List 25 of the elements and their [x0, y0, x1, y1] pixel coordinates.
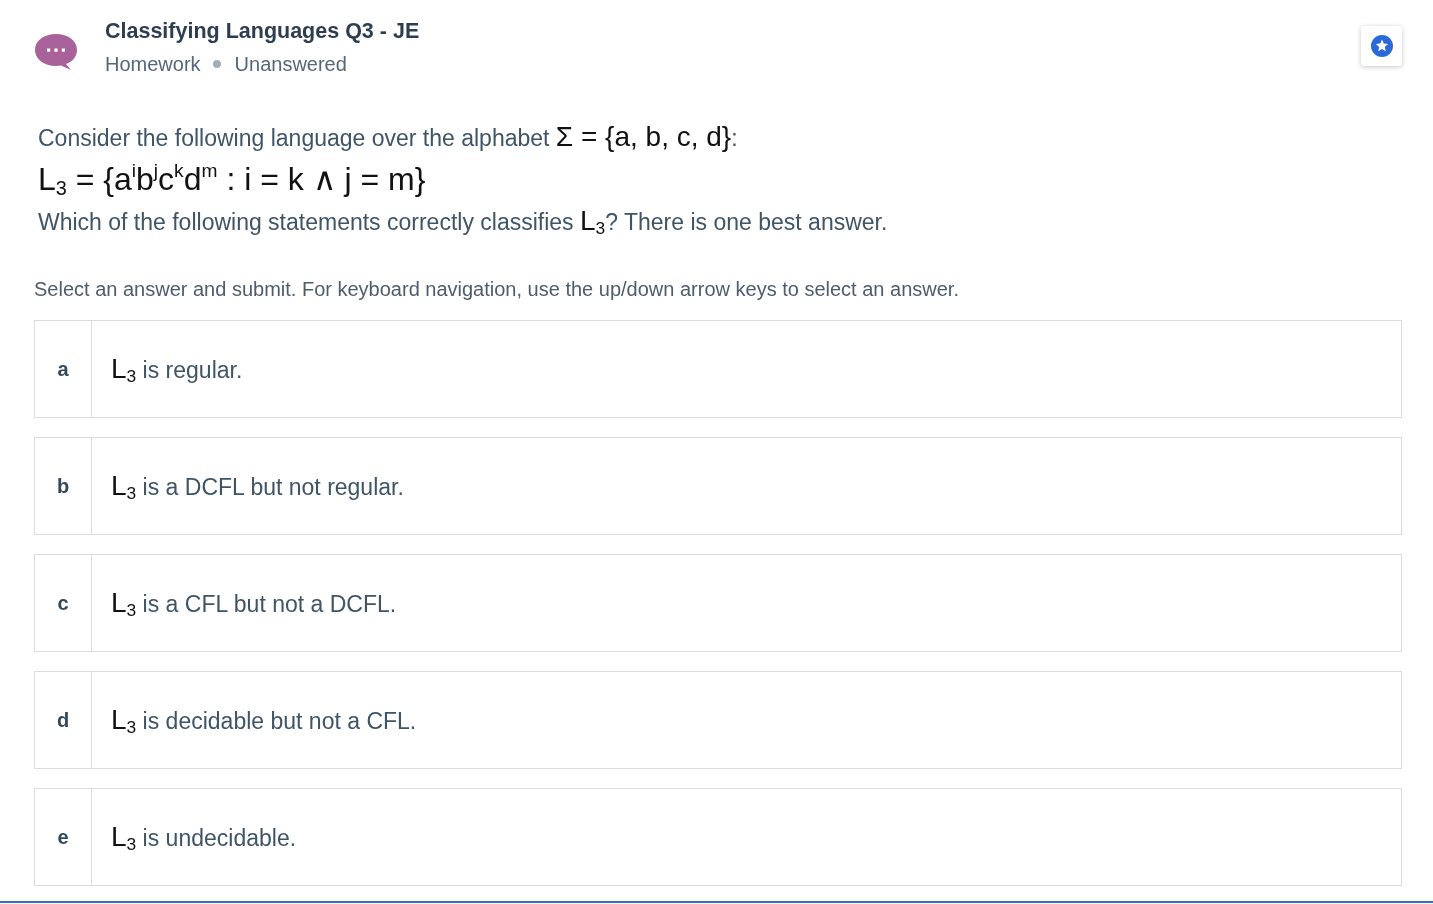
- question-title: Classifying Languages Q3 - JE: [105, 18, 420, 45]
- option-text: L$_{3}$ is undecidable.: [111, 820, 297, 854]
- status-label: Unanswered: [234, 52, 347, 77]
- answer-option[interactable]: b L$_{3}$ is a DCFL but not regular.: [34, 437, 1402, 535]
- category-label: Homework: [105, 52, 201, 77]
- speech-bubble-icon: [34, 32, 78, 71]
- favorite-button[interactable]: [1361, 26, 1402, 66]
- option-text: L$_{3}$ is regular.: [111, 352, 243, 386]
- option-text: L$_{3}$ is a DCFL but not regular.: [111, 469, 404, 503]
- answer-option[interactable]: e L$_{3}$ is undecidable.: [34, 788, 1402, 886]
- answer-option[interactable]: a L$_{3}$ is regular.: [34, 320, 1402, 418]
- answer-option[interactable]: d L$_{3}$ is decidable but not a CFL.: [34, 671, 1402, 769]
- instructions-text: Select an answer and submit. For keyboard navigation, use the up/down arrow keys to select an answer.: [34, 277, 960, 301]
- separator-dot-icon: [212, 60, 221, 68]
- option-letter: b: [56, 474, 70, 498]
- option-text: L$_{3}$ is a CFL but not a DCFL.: [111, 586, 397, 620]
- option-letter: a: [57, 357, 69, 381]
- question-text: Consider the following language over the alphabet Σ = {a, b, c, d}:: [38, 120, 739, 154]
- option-letter: c: [57, 591, 69, 615]
- question-text: Which of the following statements correctly classifies L$_{3}$? There is one best answer.: [38, 204, 889, 241]
- option-letter: e: [57, 825, 69, 849]
- option-text: L$_{3}$ is decidable but not a CFL.: [111, 703, 417, 737]
- formula-text: L$_{3}$ = {a$^{i}$b$^{j}$c$^{k}$d$^{m}$ : i = k ∧ j = m}: [38, 158, 427, 200]
- option-letter: d: [56, 708, 70, 732]
- answer-option[interactable]: c L$_{3}$ is a CFL but not a DCFL.: [34, 554, 1402, 652]
